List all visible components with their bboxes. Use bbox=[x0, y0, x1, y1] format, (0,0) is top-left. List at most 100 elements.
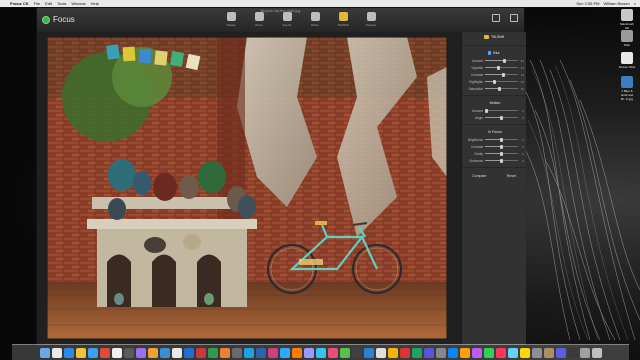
dock-app-icon[interactable] bbox=[303, 347, 314, 358]
blur-saturation-slider[interactable]: Saturation 20 bbox=[462, 85, 526, 92]
dock-app-icon[interactable] bbox=[339, 347, 350, 358]
dock-app-icon[interactable] bbox=[495, 347, 506, 358]
user-name[interactable]: William Bowen bbox=[604, 0, 630, 7]
dock-app-icon[interactable] bbox=[243, 347, 254, 358]
dock-app-icon[interactable] bbox=[375, 347, 386, 358]
dock-app-icon[interactable] bbox=[531, 347, 542, 358]
dock-app-icon[interactable] bbox=[267, 347, 278, 358]
dock-app-icon[interactable] bbox=[123, 347, 134, 358]
toolbar-rotate-button[interactable]: Rotate bbox=[222, 11, 240, 29]
slider-track[interactable] bbox=[485, 65, 518, 70]
photo-preview[interactable] bbox=[47, 37, 447, 339]
compare-button[interactable]: Compare bbox=[472, 174, 486, 178]
slider-handle[interactable] bbox=[500, 151, 503, 156]
desktop-icon-item[interactable]: Screen Shot bbox=[618, 52, 636, 69]
slider-track[interactable] bbox=[485, 144, 518, 149]
blur-amount-slider[interactable]: Amount 60 bbox=[462, 57, 526, 64]
dock-app-icon[interactable] bbox=[327, 347, 338, 358]
motion-angle-slider[interactable]: Angle 0 bbox=[462, 114, 526, 121]
dock-app-icon[interactable] bbox=[111, 347, 122, 358]
slider-handle[interactable] bbox=[501, 72, 505, 77]
reset-button[interactable]: Reset bbox=[507, 174, 516, 178]
dock-app-icon[interactable] bbox=[171, 347, 182, 358]
slider-handle[interactable] bbox=[500, 144, 503, 149]
dock-app-icon[interactable] bbox=[255, 347, 266, 358]
slider-handle[interactable] bbox=[493, 79, 497, 84]
dock-app-icon[interactable] bbox=[39, 347, 50, 358]
slider-track[interactable] bbox=[485, 86, 518, 91]
spotlight-icon[interactable]: ⌕ bbox=[634, 0, 636, 7]
dock-app-icon[interactable] bbox=[219, 347, 230, 358]
dock-app-icon[interactable] bbox=[183, 347, 194, 358]
dock-app-icon[interactable] bbox=[447, 347, 458, 358]
slider-track[interactable] bbox=[485, 58, 518, 63]
slider-track[interactable] bbox=[485, 158, 518, 163]
dock-app-icon[interactable] bbox=[315, 347, 326, 358]
menu-tools[interactable]: Tools bbox=[57, 0, 66, 7]
dock-app-icon[interactable] bbox=[567, 347, 578, 358]
dock-app-icon[interactable] bbox=[75, 347, 86, 358]
dock-app-icon[interactable] bbox=[159, 347, 170, 358]
in-focus-section-header[interactable]: In Focus bbox=[462, 128, 526, 136]
dock-app-icon[interactable] bbox=[411, 347, 422, 358]
dock-app-icon[interactable] bbox=[291, 347, 302, 358]
toolbar-presets-button[interactable]: Presets bbox=[362, 11, 380, 29]
dock-app-icon[interactable] bbox=[483, 347, 494, 358]
slider-track[interactable] bbox=[485, 108, 518, 113]
dock-app-icon[interactable] bbox=[459, 347, 470, 358]
dock-app-icon[interactable] bbox=[147, 347, 158, 358]
clock[interactable]: Sun 2:55 PM bbox=[576, 0, 599, 7]
dock-app-icon[interactable] bbox=[423, 347, 434, 358]
menu-file[interactable]: File bbox=[34, 0, 40, 7]
dock-app-icon[interactable] bbox=[399, 347, 410, 358]
dock-app-icon[interactable] bbox=[363, 347, 374, 358]
dock-app-icon[interactable] bbox=[507, 347, 518, 358]
fullscreen-icon[interactable] bbox=[492, 14, 500, 22]
dock-app-icon[interactable] bbox=[387, 347, 398, 358]
slider-handle[interactable] bbox=[503, 58, 507, 63]
toolbar-tilt-shift-button[interactable]: Tilt-Shift bbox=[334, 11, 352, 29]
dock-app-icon[interactable] bbox=[591, 347, 602, 358]
dock-app-icon[interactable] bbox=[555, 347, 566, 358]
dock-app-icon[interactable] bbox=[195, 347, 206, 358]
dock-app-icon[interactable] bbox=[99, 347, 110, 358]
toolbar-share-button[interactable]: Share bbox=[306, 11, 324, 29]
dock-app-icon[interactable] bbox=[87, 347, 98, 358]
blur-highlights-slider[interactable]: Highlights 20 bbox=[462, 78, 526, 85]
motion-section-header[interactable]: Motion bbox=[462, 99, 526, 107]
dock-app-icon[interactable] bbox=[63, 347, 74, 358]
slider-track[interactable] bbox=[485, 115, 518, 120]
slider-handle[interactable] bbox=[485, 108, 489, 113]
slider-handle[interactable] bbox=[498, 86, 502, 91]
dock-app-icon[interactable] bbox=[279, 347, 290, 358]
slider-handle[interactable] bbox=[500, 115, 503, 120]
blur-section-header[interactable]: Blur bbox=[462, 49, 526, 57]
slider-track[interactable] bbox=[485, 151, 518, 156]
menu-edit[interactable]: Edit bbox=[45, 0, 52, 7]
dock-app-icon[interactable] bbox=[135, 347, 146, 358]
menu-window[interactable]: Window bbox=[71, 0, 85, 7]
slider-track[interactable] bbox=[485, 79, 518, 84]
dock-app-icon[interactable] bbox=[543, 347, 554, 358]
in-focus-vividness-slider[interactable]: Vividness 0 bbox=[462, 157, 526, 164]
slider-handle[interactable] bbox=[500, 137, 503, 142]
desktop-icon-item[interactable]: 1 Blue & Gold and Bl...K.jpg bbox=[618, 76, 636, 101]
in-focus-contrast-slider[interactable]: Contrast 0 bbox=[462, 143, 526, 150]
dock-app-icon[interactable] bbox=[351, 347, 362, 358]
desktop-icon-item[interactable]: Macintosh HD bbox=[618, 9, 636, 30]
menu-help[interactable]: Help bbox=[91, 0, 99, 7]
motion-amount-slider[interactable]: Amount 0 bbox=[462, 107, 526, 114]
blur-contrast-slider[interactable]: Contrast 10 bbox=[462, 71, 526, 78]
slider-handle[interactable] bbox=[496, 65, 500, 70]
blur-vignette-slider[interactable]: Vignette 40 bbox=[462, 64, 526, 71]
toolbar-export-button[interactable]: Export bbox=[278, 11, 296, 29]
in-focus-clarity-slider[interactable]: Clarity 0 bbox=[462, 150, 526, 157]
dock-app-icon[interactable] bbox=[579, 347, 590, 358]
dock-app-icon[interactable] bbox=[207, 347, 218, 358]
dock-app-icon[interactable] bbox=[231, 347, 242, 358]
in-focus-brightness-slider[interactable]: Brightness 0 bbox=[462, 136, 526, 143]
menu-app-name[interactable]: Focus CK bbox=[10, 0, 29, 7]
toolbar-zoom-button[interactable]: Zoom bbox=[250, 11, 268, 29]
dock-app-icon[interactable] bbox=[519, 347, 530, 358]
sidebar-toggle-icon[interactable] bbox=[510, 14, 518, 22]
